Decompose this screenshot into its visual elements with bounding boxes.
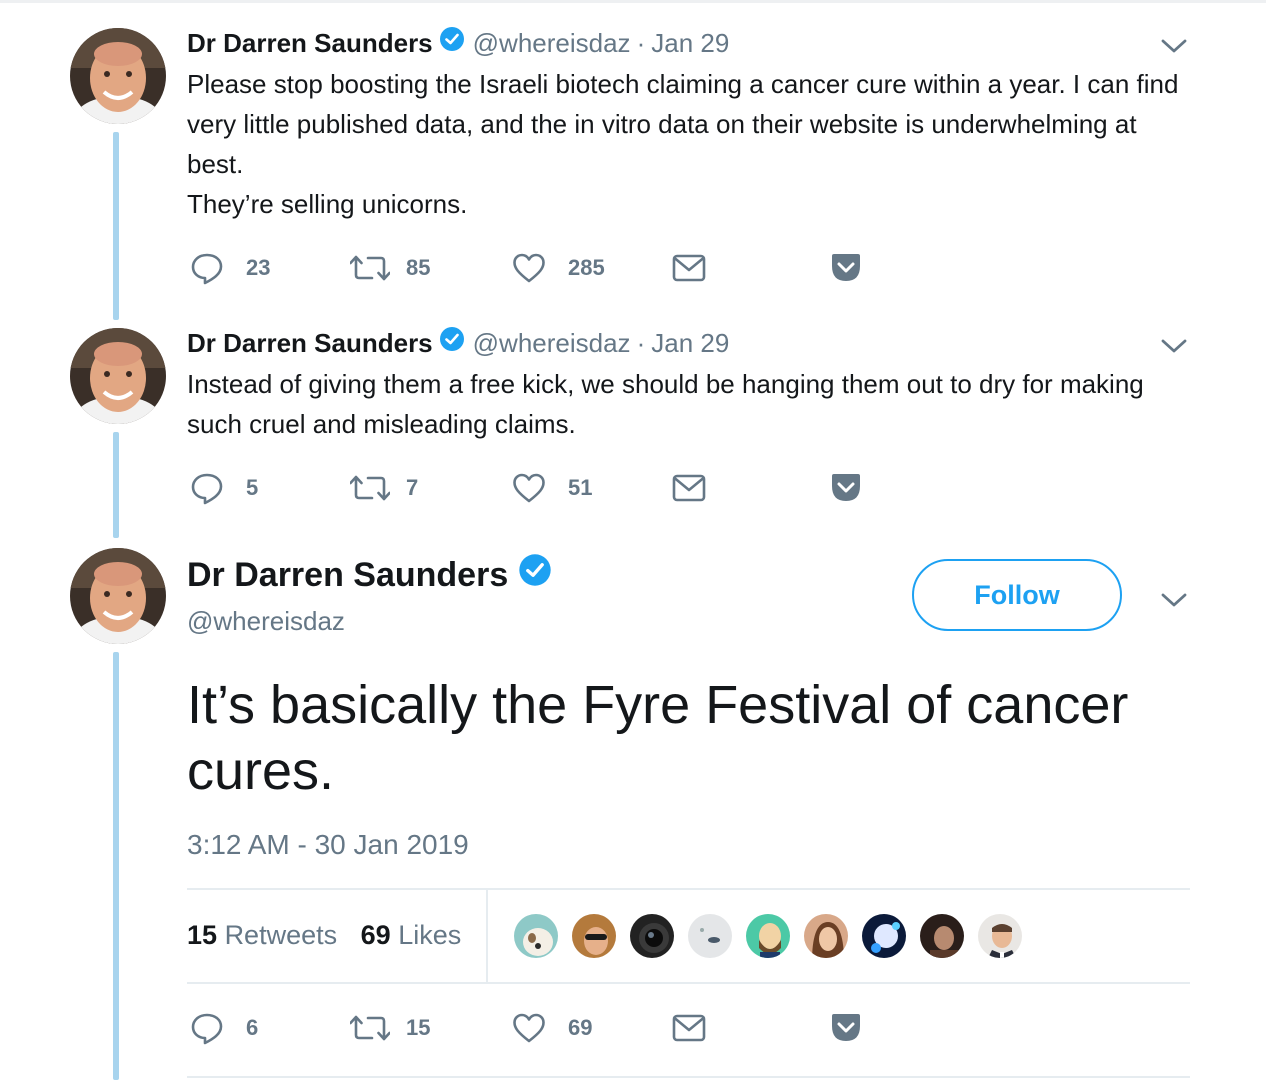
verified-icon [439, 326, 465, 359]
thread-line [113, 652, 119, 1080]
divider [187, 888, 1190, 890]
engagement-stats: 15 Retweets 69 Likes [187, 918, 461, 952]
retweet-count: 85 [406, 255, 431, 280]
main-tweet-text: It’s basically the Fyre Festival of canc… [187, 675, 1129, 801]
liker-avatar[interactable] [918, 912, 966, 960]
separator-dot: · [636, 27, 646, 58]
liker-avatar[interactable] [628, 912, 676, 960]
reply-button[interactable]: 5 [190, 468, 258, 508]
like-button[interactable]: 69 [512, 1008, 592, 1048]
pocket-icon [832, 474, 860, 501]
divider [187, 1076, 1190, 1078]
retweet-count: 7 [406, 475, 419, 500]
dm-button[interactable] [672, 468, 706, 508]
dm-button[interactable] [672, 1008, 706, 1048]
like-icon [513, 1013, 545, 1043]
retweet-button[interactable]: 15 [350, 1008, 430, 1048]
thread-line [113, 432, 119, 538]
tweet-actions: 23 85 285 [190, 248, 890, 288]
pocket-icon [832, 254, 860, 281]
liker-avatar[interactable] [570, 912, 618, 960]
author-name[interactable]: Dr Darren Saunders [187, 554, 508, 596]
like-count: 69 [568, 1015, 593, 1040]
liker-avatar[interactable] [802, 912, 850, 960]
author-handle[interactable]: @whereisdaz [473, 327, 631, 359]
retweets-stat[interactable]: 15 Retweets [187, 920, 337, 950]
verified-icon [518, 553, 552, 597]
liker-avatar[interactable] [976, 912, 1024, 960]
author-name[interactable]: Dr Darren Saunders [187, 327, 433, 359]
like-count: 51 [568, 475, 593, 500]
thread-line [113, 132, 119, 320]
retweet-icon [350, 255, 390, 281]
chevron-down-icon[interactable] [1160, 590, 1188, 610]
like-button[interactable]: 285 [512, 248, 605, 288]
tweet-date[interactable]: Jan 29 [651, 327, 729, 359]
likes-stat[interactable]: 69 Likes [361, 920, 462, 950]
retweet-count: 15 [406, 1015, 431, 1040]
tweet-header: Dr Darren Saunders @whereisdaz · Jan 29 [187, 326, 729, 359]
retweet-button[interactable]: 7 [350, 468, 418, 508]
liker-avatar[interactable] [744, 912, 792, 960]
tweet-text: Instead of giving them a free kick, we s… [187, 369, 1144, 439]
avatar[interactable] [70, 328, 166, 424]
chevron-down-icon[interactable] [1160, 336, 1188, 356]
retweets-label: Retweets [224, 920, 338, 950]
pocket-button[interactable] [830, 248, 862, 288]
author-handle[interactable]: @whereisdaz [187, 604, 345, 638]
pocket-button[interactable] [830, 1008, 862, 1048]
tweet-text: Please stop boosting the Israeli biotech… [187, 69, 1179, 219]
liker-avatar[interactable] [512, 912, 560, 960]
pocket-button[interactable] [830, 468, 862, 508]
dm-icon [672, 254, 706, 282]
tweet-header: Dr Darren Saunders @whereisdaz · Jan 29 [187, 26, 729, 59]
top-divider [0, 0, 1266, 3]
retweet-icon [350, 1015, 390, 1041]
dm-button[interactable] [672, 248, 706, 288]
reply-count: 5 [246, 475, 259, 500]
reply-icon [191, 1013, 223, 1045]
reply-icon [191, 253, 223, 285]
reply-count: 23 [246, 255, 271, 280]
tweet-actions: 5 7 51 [190, 468, 890, 508]
dm-icon [672, 474, 706, 502]
divider [187, 982, 1190, 984]
follow-button[interactable]: Follow [912, 559, 1122, 631]
liker-avatar[interactable] [686, 912, 734, 960]
avatar[interactable] [70, 548, 166, 644]
reply-count: 6 [246, 1015, 259, 1040]
divider [486, 890, 488, 982]
retweet-total: 15 [187, 920, 218, 950]
retweet-button[interactable]: 85 [350, 248, 430, 288]
like-count: 285 [568, 255, 605, 280]
like-button[interactable]: 51 [512, 468, 592, 508]
like-icon [513, 253, 545, 283]
separator-dot: · [636, 327, 646, 358]
reply-button[interactable]: 6 [190, 1008, 258, 1048]
dm-icon [672, 1014, 706, 1042]
reply-icon [191, 473, 223, 505]
author-name[interactable]: Dr Darren Saunders [187, 27, 433, 59]
verified-icon [439, 26, 465, 59]
liker-avatar[interactable] [860, 912, 908, 960]
author-name-large[interactable]: Dr Darren Saunders [187, 553, 552, 597]
like-icon [513, 473, 545, 503]
author-handle[interactable]: @whereisdaz [473, 27, 631, 59]
tweet-timestamp[interactable]: 3:12 AM - 30 Jan 2019 [187, 828, 469, 862]
tweet-date[interactable]: Jan 29 [651, 27, 729, 59]
chevron-down-icon[interactable] [1160, 36, 1188, 56]
reply-button[interactable]: 23 [190, 248, 270, 288]
pocket-icon [832, 1014, 860, 1041]
retweet-icon [350, 475, 390, 501]
like-total: 69 [360, 920, 391, 950]
likes-label: Likes [398, 920, 462, 950]
avatar[interactable] [70, 28, 166, 124]
tweet-actions: 6 15 69 [190, 1008, 890, 1048]
